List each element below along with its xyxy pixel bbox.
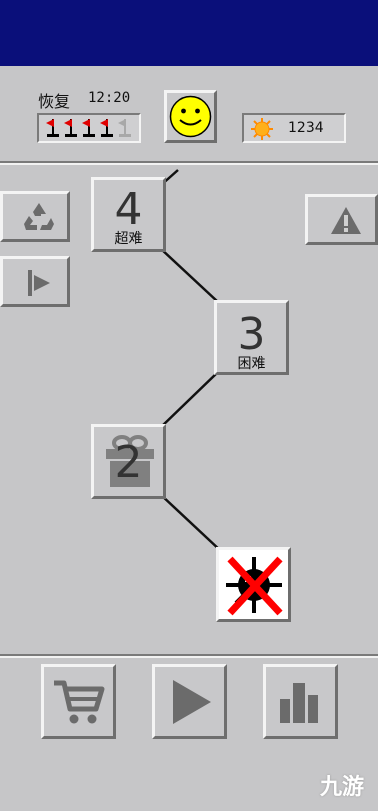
watermark-logo: 九游	[320, 769, 364, 801]
footer-divider	[0, 654, 378, 658]
play-icon	[173, 680, 211, 724]
level-difficulty: 超难	[114, 231, 143, 247]
cross-icon	[227, 556, 283, 616]
flag-button[interactable]	[0, 256, 70, 307]
play-button[interactable]	[152, 664, 227, 739]
level-node-4[interactable]: 4 超难	[91, 177, 166, 252]
level-node-current[interactable]	[216, 547, 291, 622]
warning-icon	[331, 207, 361, 234]
recycle-button[interactable]	[0, 191, 70, 242]
watermark-text: 九游	[319, 775, 364, 800]
flag-icon	[28, 270, 50, 296]
recycle-icon	[24, 203, 54, 230]
level-number: 2	[114, 437, 143, 488]
stats-button[interactable]	[263, 664, 338, 739]
level-number: 4	[114, 184, 143, 235]
level-node-2[interactable]: 2	[91, 424, 166, 499]
level-node-3[interactable]: 3 困难	[214, 300, 289, 375]
warning-button[interactable]	[305, 194, 378, 245]
level-number: 3	[237, 309, 266, 360]
bar-chart-icon	[280, 683, 318, 723]
shop-button[interactable]	[41, 664, 116, 739]
level-difficulty: 困难	[237, 356, 266, 372]
cart-icon	[54, 680, 105, 724]
